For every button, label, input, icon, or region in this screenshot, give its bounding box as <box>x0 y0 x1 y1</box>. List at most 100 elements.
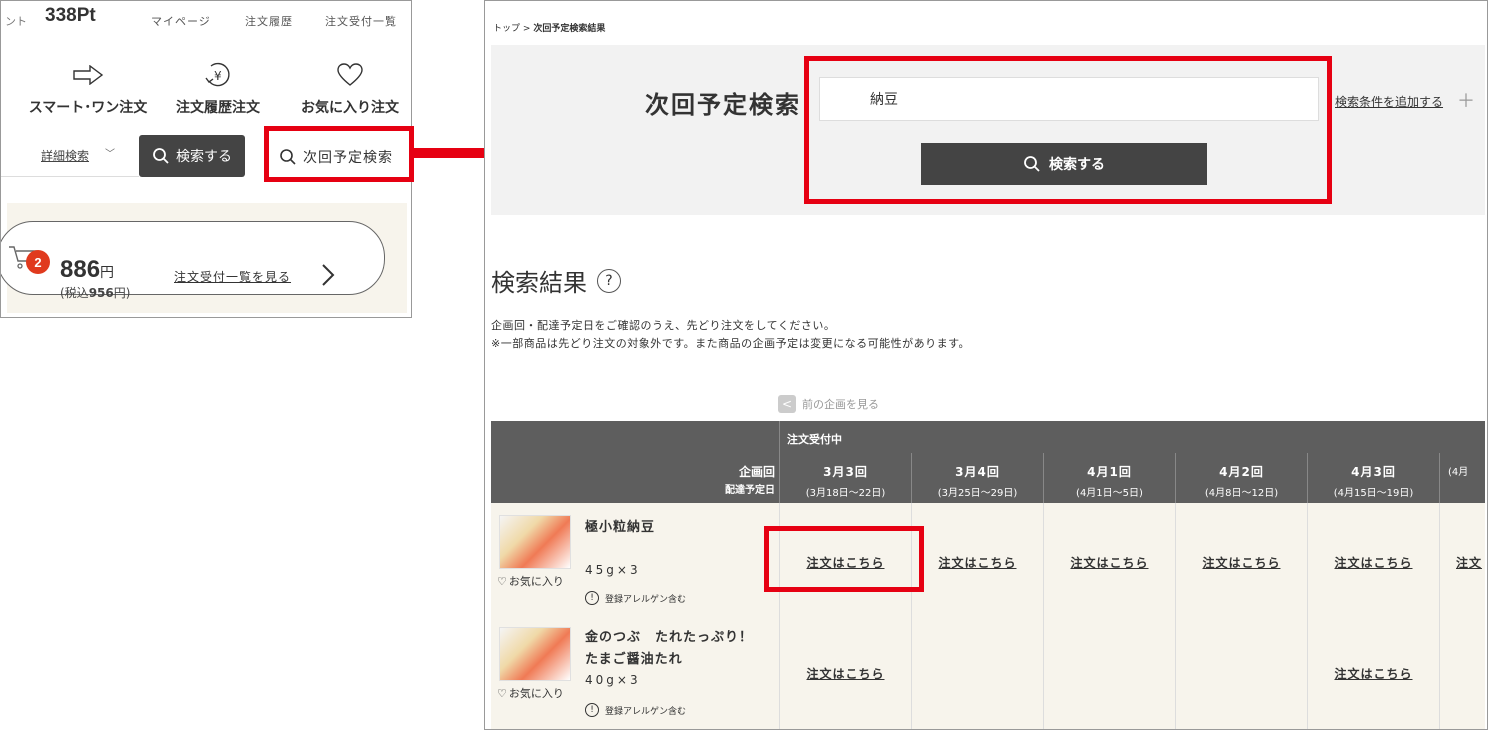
favorite-toggle[interactable]: ♡ お気に入り <box>497 685 564 701</box>
order-cell: 注文 <box>1439 503 1487 615</box>
heart-icon: ♡ <box>497 686 507 700</box>
heart-icon <box>285 61 411 89</box>
order-history-order-button[interactable]: ¥ 注文履歴注文 <box>153 61 283 117</box>
column-round: 4月1回 <box>1087 465 1132 479</box>
order-cell: 注文はこちら <box>779 615 911 729</box>
column-dates: (4月8日～12日) <box>1204 488 1279 499</box>
search-button[interactable]: 検索する <box>139 135 245 177</box>
yen-history-icon: ¥ <box>153 61 283 89</box>
column-header: 4月2回 (4月8日～12日) <box>1175 453 1307 503</box>
divider <box>1 176 139 177</box>
instruction-note: 企画回・配達予定日をご確認のうえ、先どり注文をしてください。 <box>491 319 836 332</box>
chevron-right-icon[interactable] <box>320 262 336 294</box>
highlight-search-form <box>804 56 1332 204</box>
tax-price-value: 956 <box>88 286 114 300</box>
breadcrumb-separator: > <box>522 24 531 34</box>
cart-count-badge: 2 <box>26 250 50 274</box>
column-round: 4月3回 <box>1351 465 1396 479</box>
order-cell: 注文はこちら <box>911 503 1043 615</box>
order-link[interactable]: 注文 <box>1456 556 1482 570</box>
column-header: 3月3回 (3月18日～22日) <box>779 453 911 503</box>
chevron-down-icon: ﹀ <box>105 149 115 160</box>
prev-plan-link[interactable]: < 前の企画を見る <box>778 395 879 413</box>
column-dates: (4月15日～19日) <box>1333 488 1414 499</box>
allergen-note: ! 登録アレルゲン含む <box>585 591 686 605</box>
breadcrumb-top-link[interactable]: トップ <box>493 24 520 34</box>
points-prefix: ント <box>5 15 27 28</box>
empty-cell <box>1439 615 1487 729</box>
table-row: 金のつぶ たれたっぷり！ たまご醤油たれ 40g×3 ♡ お気に入り ! 登録アレル… <box>491 615 1487 729</box>
alert-icon: ! <box>585 591 599 605</box>
nav-order-history-link[interactable]: 注文履歴 <box>245 13 293 29</box>
search-title: 次回予定検索 <box>645 91 801 119</box>
points-balance: 338Pt <box>45 5 96 26</box>
tax-prefix: (税込 <box>60 286 89 300</box>
favorite-label: お気に入り <box>508 687 564 700</box>
product-name[interactable]: 金のつぶ たれたっぷり！ <box>585 627 753 648</box>
cart-total-price: 886円 <box>60 256 114 284</box>
column-round: 4月2回 <box>1219 465 1264 479</box>
chevron-left-icon: < <box>778 395 796 413</box>
smart-one-order-button[interactable]: スマート･ワン注文 <box>23 61 153 117</box>
column-round: 3月3回 <box>823 465 868 479</box>
plus-icon[interactable]: ＋ <box>1457 87 1475 113</box>
favorite-label: お気に入り <box>508 575 564 588</box>
product-name-line2[interactable]: たまご醤油たれ <box>585 649 683 670</box>
tax-suffix: 円) <box>113 286 131 300</box>
order-link[interactable]: 注文はこちら <box>1334 556 1412 570</box>
order-cell: 注文はこちら <box>1307 503 1439 615</box>
accepting-orders-label: 注文受付中 <box>787 433 842 446</box>
order-link[interactable]: 注文はこちら <box>1070 556 1148 570</box>
order-link[interactable]: 注文はこちら <box>938 556 1016 570</box>
heart-icon: ♡ <box>497 574 507 588</box>
column-header: 4月1回 (4月1日～5日) <box>1043 453 1175 503</box>
product-size: 40g×3 <box>585 673 641 687</box>
help-icon[interactable]: ? <box>597 268 621 293</box>
column-dates: (4月1日～5日) <box>1076 488 1143 499</box>
highlight-next-search <box>264 126 414 182</box>
add-condition-link[interactable]: 検索条件を追加する <box>1335 93 1443 110</box>
column-dates: (3月25日～29日) <box>937 488 1018 499</box>
order-link[interactable]: 注文はこちら <box>806 667 884 681</box>
order-cell: 注文はこちら <box>1307 615 1439 729</box>
favorites-order-button[interactable]: お気に入り注文 <box>285 61 411 117</box>
product-name[interactable]: 極小粒納豆 <box>585 517 655 538</box>
top-nav: ント 338Pt マイページ 注文履歴 注文受付一覧 <box>5 5 411 33</box>
nav-order-list-link[interactable]: 注文受付一覧 <box>325 13 397 29</box>
alert-icon: ! <box>585 703 599 717</box>
nav-mypage-link[interactable]: マイページ <box>151 13 211 29</box>
column-dates: (4月 <box>1448 467 1469 478</box>
product-image[interactable] <box>499 627 571 681</box>
product-image[interactable] <box>499 515 571 569</box>
breadcrumb: トップ > 次回予定検索結果 <box>493 21 605 34</box>
price-value: 886 <box>60 256 101 283</box>
allergen-note: ! 登録アレルゲン含む <box>585 703 686 717</box>
arrow-right-icon <box>23 61 153 89</box>
allergen-label: 登録アレルゲン含む <box>605 594 687 605</box>
search-button-label: 検索する <box>176 149 232 165</box>
view-order-list-link[interactable]: 注文受付一覧を見る <box>174 268 291 285</box>
disclaimer-note: ※一部商品は先どり注文の対象外です。また商品の企画予定は変更になる可能性がありま… <box>491 337 971 350</box>
order-link[interactable]: 注文はこちら <box>1202 556 1280 570</box>
highlight-order-link <box>764 526 924 592</box>
empty-cell <box>1043 615 1175 729</box>
results-heading: 検索結果 ? <box>491 263 621 298</box>
column-dates: (3月18日～22日) <box>805 488 886 499</box>
table-header-columns: 企画回 配達予定日 3月3回 (3月18日～22日) 3月4回 (3月25日～29日… <box>491 453 1485 503</box>
product-size: 45g×3 <box>585 563 641 577</box>
cart-pill[interactable]: 2 886円 (税込956円) 注文受付一覧を見る <box>1 221 385 300</box>
detail-search-link[interactable]: 詳細検索 <box>41 147 89 164</box>
column-header: 3月4回 (3月25日～29日) <box>911 453 1043 503</box>
empty-cell <box>1175 615 1307 729</box>
breadcrumb-current: 次回予定検索結果 <box>533 24 606 34</box>
svg-text:¥: ¥ <box>214 69 222 83</box>
empty-cell <box>911 615 1043 729</box>
column-header: 4月3回 (4月15日～19日) <box>1307 453 1439 503</box>
favorite-toggle[interactable]: ♡ お気に入り <box>497 573 564 589</box>
order-cell: 注文はこちら <box>1043 503 1175 615</box>
table-row: 極小粒納豆 45g×3 ♡ お気に入り ! 登録アレルゲン含む 注文はこちら 注文は… <box>491 503 1485 616</box>
cart-summary: 2 886円 (税込956円) 注文受付一覧を見る <box>1 203 407 313</box>
quick-link-label: スマート･ワン注文 <box>28 100 148 116</box>
order-link[interactable]: 注文はこちら <box>1334 667 1412 681</box>
quick-link-label: 注文履歴注文 <box>176 100 260 116</box>
